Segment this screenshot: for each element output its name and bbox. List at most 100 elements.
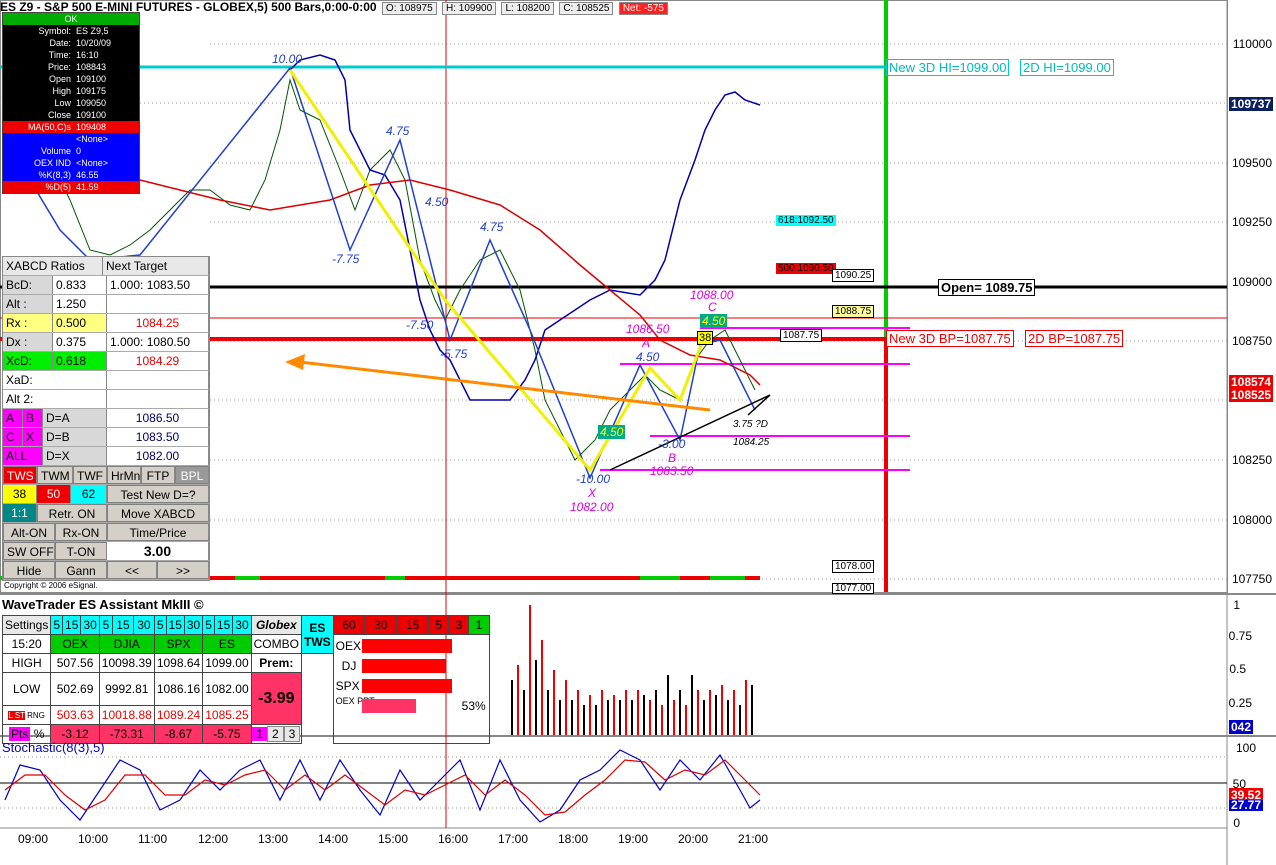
data-row-none: <None> <box>3 133 139 145</box>
rx-value[interactable]: 0.500 <box>53 314 107 332</box>
spx-interval-5[interactable]: 5 <box>153 615 167 635</box>
ratio-50-button[interactable]: 50 <box>37 485 71 503</box>
hide-button[interactable]: Hide <box>3 561 55 579</box>
point-c-button[interactable]: C <box>3 428 23 446</box>
bar-30[interactable]: 30 <box>364 615 398 635</box>
settings-button[interactable]: Settings <box>1 615 52 635</box>
bcd-value[interactable]: 0.833 <box>53 276 107 294</box>
bar-60[interactable]: 60 <box>332 615 366 635</box>
wave-label-m750: -7.50 <box>406 318 434 332</box>
tab-hrmn[interactable]: HrMn <box>107 466 141 484</box>
col-djia: DJIA <box>98 634 155 654</box>
2d-hi-label: 2D HI=1099.00 <box>1020 59 1114 76</box>
alt-label: Alt : <box>3 295 53 313</box>
data-row-low: Low 109050 <box>54 98 107 108</box>
wave-label-450a: 4.50 <box>425 195 449 209</box>
es-interval-30[interactable]: 30 <box>232 615 252 635</box>
low-value: L: 108200 <box>501 2 554 15</box>
rx-on-button[interactable]: Rx-ON <box>55 523 107 541</box>
bar-5[interactable]: 5 <box>427 615 450 635</box>
time-price-value[interactable]: 3.00 <box>107 542 209 560</box>
tab-twf[interactable]: TWF <box>73 466 107 484</box>
sw-off-button[interactable]: SW OFF <box>3 542 55 560</box>
time-axis-1200: 12:00 <box>198 832 229 846</box>
oex-interval-15[interactable]: 15 <box>62 615 82 635</box>
combo-2-button[interactable]: 2 <box>266 726 284 742</box>
djia-interval-30[interactable]: 30 <box>132 615 155 635</box>
data-window[interactable]: OK Symbol: ES Z9,5 Date: 10/20/09 Time: 16:… <box>2 12 140 194</box>
volume-axis-075: 0.75 <box>1228 629 1252 643</box>
tab-bpl[interactable]: BPL <box>175 466 209 484</box>
oex-interval-5[interactable]: 5 <box>50 615 64 635</box>
spx-interval-15[interactable]: 15 <box>165 615 185 635</box>
gann-button[interactable]: Gann <box>55 561 107 579</box>
data-row-symbol: Symbol: ES Z9,5 <box>38 26 109 36</box>
time-price-button[interactable]: Time/Price <box>107 523 209 541</box>
volume-axis-025: 0.25 <box>1228 696 1252 710</box>
open-value: O: 108975 <box>381 2 437 15</box>
es-interval-5[interactable]: 5 <box>202 615 215 635</box>
d-equals-a-value: 1086.50 <box>107 409 209 427</box>
data-row-time: Time: 16:10 <box>48 50 99 60</box>
time-axis-1600: 16:00 <box>438 832 469 846</box>
dx-target: 1.000: 1080.50 <box>107 333 209 351</box>
wave-label-m300: -3.00 <box>658 437 686 451</box>
projected-d-price: 1084.25 <box>733 437 770 448</box>
meter-oex-ppt-label: OEX PPT <box>335 696 375 706</box>
alt-on-button[interactable]: Alt-ON <box>3 523 55 541</box>
high-value: H: 109900 <box>441 2 497 15</box>
lst-oex: 503.63 <box>50 705 100 725</box>
volume-axis-05: 0.5 <box>1229 662 1246 676</box>
dx-value[interactable]: 0.375 <box>53 333 107 351</box>
retr-on-button[interactable]: Retr. ON <box>37 504 107 522</box>
test-new-d-button[interactable]: Test New D=? <box>107 485 209 503</box>
data-row-oex: OEX IND <None> <box>3 157 139 169</box>
t-on-button[interactable]: T-ON <box>55 542 107 560</box>
tab-ftp[interactable]: FTP <box>141 466 175 484</box>
alt2-label: Alt 2: <box>3 390 107 408</box>
point-b-label: B <box>668 451 677 465</box>
spx-interval-30[interactable]: 30 <box>183 615 204 635</box>
bar-3[interactable]: 3 <box>448 615 470 635</box>
djia-interval-5[interactable]: 5 <box>98 615 114 635</box>
point-c-label: C <box>708 300 717 314</box>
djia-interval-15[interactable]: 15 <box>112 615 134 635</box>
ratio-62-button[interactable]: 62 <box>71 485 107 503</box>
data-row-k83: %K(8,3) 46.55 <box>3 169 139 181</box>
col-oex: OEX <box>50 634 100 654</box>
price-axis-110000: 110000 <box>1232 37 1272 51</box>
data-row-high: High 109175 <box>52 86 107 96</box>
point-x-button[interactable]: X <box>23 428 43 446</box>
combo-1-button[interactable]: 1 <box>252 727 267 741</box>
move-xabcd-button[interactable]: Move XABCD <box>107 504 209 522</box>
point-b-button[interactable]: B <box>23 409 43 427</box>
tab-tws[interactable]: TWS <box>3 466 37 484</box>
volume-tag: 042 <box>1229 720 1254 734</box>
meter-dj-bar <box>361 659 446 673</box>
point-b-price: 1083.50 <box>650 464 694 478</box>
next-button[interactable]: >> <box>157 561 209 579</box>
tab-twm[interactable]: TWM <box>37 466 73 484</box>
combo-3-button[interactable]: 3 <box>283 726 301 742</box>
level-107800-label: 1078.00 <box>832 560 875 573</box>
bar-15[interactable]: 15 <box>396 615 429 635</box>
bar-1[interactable]: 1 <box>468 615 490 635</box>
rx-label: Rx : <box>3 314 53 332</box>
all-button[interactable]: ALL <box>3 447 43 465</box>
oex-interval-30[interactable]: 30 <box>80 615 100 635</box>
ratio-38-button[interactable]: 38 <box>3 485 37 503</box>
wave-label-1000: 10.00 <box>272 52 303 66</box>
alt-value[interactable]: 1.250 <box>53 295 107 313</box>
wave-label-450d: 4.50 <box>700 314 728 328</box>
prev-button[interactable]: << <box>107 561 157 579</box>
point-a-button[interactable]: A <box>3 409 23 427</box>
col-spx: SPX <box>153 634 204 654</box>
ratio-1-1-button[interactable]: 1:1 <box>3 504 37 522</box>
lst-spx: 1089.24 <box>153 705 204 725</box>
data-row-ma: MA(50,C)s 109408 <box>3 121 139 133</box>
point-x-label: X <box>588 486 597 500</box>
data-window-ok-button[interactable]: OK <box>3 13 139 25</box>
es-interval-15[interactable]: 15 <box>213 615 234 635</box>
xcd-value[interactable]: 0.618 <box>53 352 107 370</box>
bcd-target: 1.000: 1083.50 <box>107 276 209 294</box>
